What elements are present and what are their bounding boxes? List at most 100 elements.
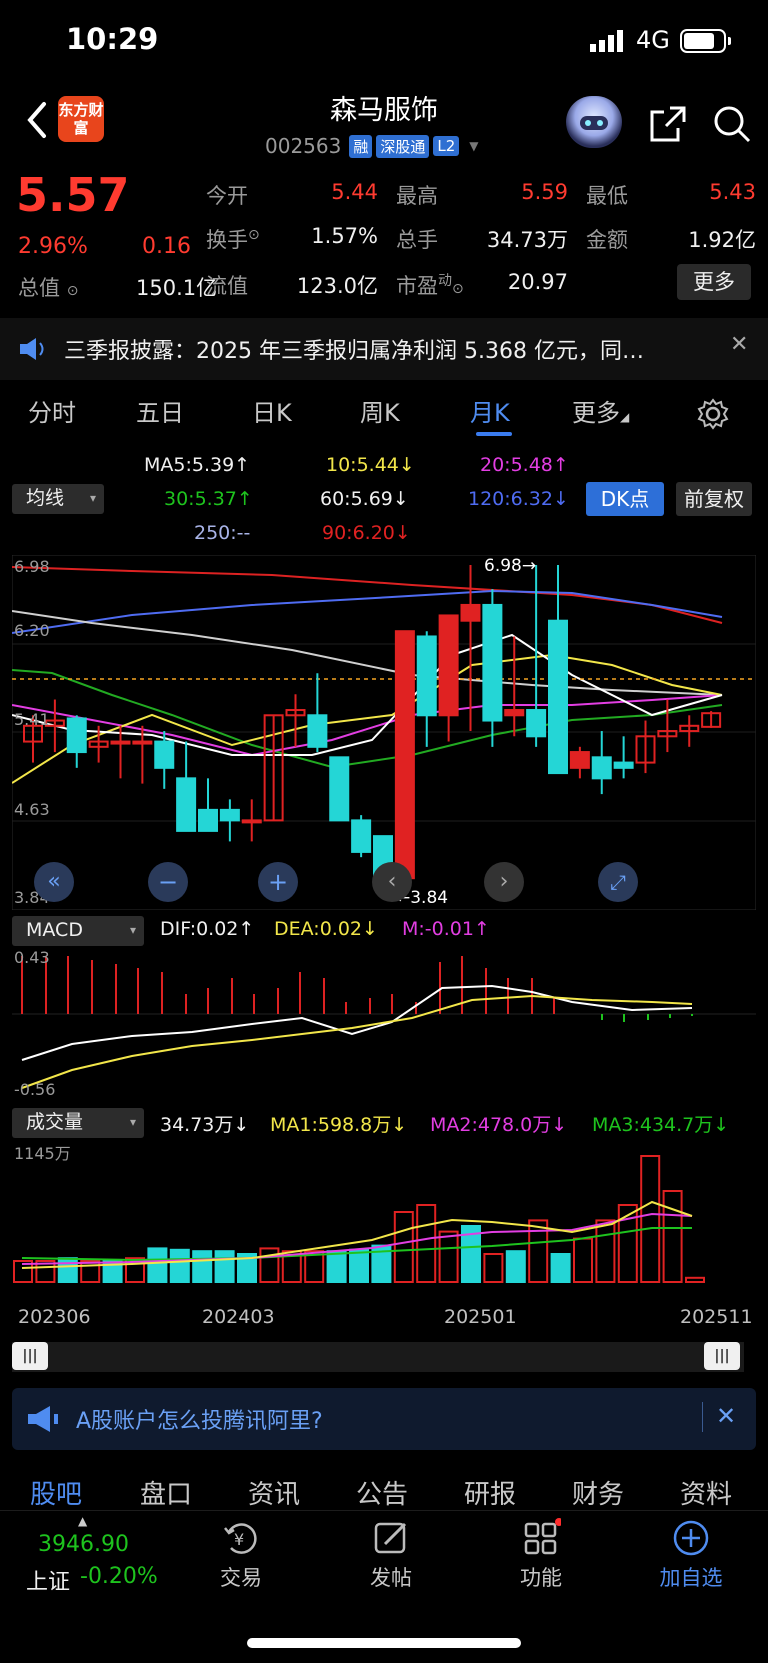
macd-m-value: M:-0.01↑ <box>402 918 490 940</box>
candles-group <box>23 565 722 895</box>
tag-connect: 深股通 <box>376 134 430 158</box>
nav-trade[interactable]: ¥ 交易 <box>186 1518 296 1592</box>
ma120-value: 120:6.32↓ <box>468 488 569 510</box>
divider <box>0 1510 768 1511</box>
date-label-1: 202306 <box>18 1306 91 1328</box>
chart-shift-left-button[interactable]: « <box>34 862 74 902</box>
nav-function[interactable]: 功能 <box>486 1518 596 1592</box>
news-text[interactable]: 三季报披露：2025 年三季报归属净利润 5.368 亿元，同… <box>64 333 704 365</box>
tab-daily[interactable]: 日K <box>252 393 292 428</box>
subtab-news[interactable]: 资讯 <box>248 1474 300 1511</box>
price-axis-top: 6.98 <box>14 557 50 576</box>
range-handle-left[interactable]: ||| <box>12 1342 48 1370</box>
tab-intraday[interactable]: 分时 <box>28 393 76 428</box>
subtab-research[interactable]: 研报 <box>464 1474 516 1511</box>
price-axis-2: 6.20 <box>14 621 50 640</box>
turnover-value: 1.57% <box>311 224 378 248</box>
battery-icon <box>680 29 731 53</box>
volume-bar <box>169 1248 190 1284</box>
date-label-2: 202403 <box>202 1306 275 1328</box>
grid-icon <box>486 1518 596 1558</box>
candle-body <box>66 717 87 754</box>
dk-point-button[interactable]: DK点 <box>586 482 664 516</box>
volume-bar <box>393 1211 414 1283</box>
current-price: 5.57 <box>16 168 130 222</box>
forward-adjust-button[interactable]: 前复权 <box>676 482 752 516</box>
chart-next-button[interactable]: › <box>484 862 524 902</box>
candle-body <box>569 751 590 769</box>
index-name[interactable]: 上证 <box>26 1564 70 1596</box>
zoom-out-button[interactable]: − <box>148 862 188 902</box>
tab-more[interactable]: 更多◢ <box>572 393 629 428</box>
range-scroller[interactable] <box>12 1342 744 1372</box>
volume-bar <box>685 1276 705 1284</box>
gear-icon[interactable] <box>697 398 729 430</box>
status-bar: 10:29 4G <box>0 0 768 80</box>
assistant-robot-icon[interactable] <box>566 96 622 148</box>
tab-5day[interactable]: 五日 <box>136 393 184 428</box>
volume-ma3: MA3:434.7万↓ <box>592 1114 730 1136</box>
search-icon[interactable] <box>712 104 752 144</box>
volume-bar <box>505 1250 526 1283</box>
mktcap-value: 150.1亿 <box>136 276 218 300</box>
range-handle-right[interactable]: ||| <box>704 1342 740 1370</box>
candle-body <box>438 614 459 717</box>
volume-bar <box>617 1204 638 1283</box>
add-circle-icon <box>636 1518 746 1558</box>
candle-body <box>219 808 240 822</box>
signal-icon <box>590 30 623 52</box>
nav-post[interactable]: 发帖 <box>336 1518 446 1592</box>
zoom-in-button[interactable]: + <box>258 862 298 902</box>
volume-bar <box>550 1253 571 1283</box>
price-axis-3: 5.41 <box>14 710 50 729</box>
index-change[interactable]: -0.20% <box>80 1564 158 1589</box>
ma-selector[interactable]: 均线 <box>12 484 104 514</box>
yen-icon: ¥ <box>186 1518 296 1558</box>
candle-body <box>329 756 350 822</box>
ma90-value: 90:6.20↓ <box>322 522 411 544</box>
fullscreen-icon[interactable]: ⤢ <box>598 862 638 902</box>
index-value[interactable]: 3946.90 <box>38 1532 129 1557</box>
candle-body <box>241 819 262 824</box>
subtab-forum[interactable]: 股吧 <box>30 1474 82 1511</box>
subtab-profile[interactable]: 资料 <box>680 1474 732 1511</box>
network-type: 4G <box>636 26 670 54</box>
speaker-icon <box>20 338 44 360</box>
tab-weekly[interactable]: 周K <box>360 393 400 428</box>
candle-body <box>526 709 547 738</box>
ma250-value: 250:-- <box>194 522 251 544</box>
subtab-announcements[interactable]: 公告 <box>356 1474 408 1511</box>
promo-close-icon[interactable]: ✕ <box>716 1402 736 1430</box>
volume-bar <box>349 1248 369 1284</box>
change-value: 0.16 <box>142 234 191 259</box>
candle-body <box>154 740 175 769</box>
tab-monthly[interactable]: 月K <box>470 393 510 428</box>
promo-text[interactable]: A股账户怎么投腾讯阿里? <box>76 1403 323 1435</box>
more-quote-button[interactable]: 更多 <box>677 264 751 300</box>
date-label-4: 202511 <box>680 1306 753 1328</box>
nav-add-watchlist[interactable]: 加自选 <box>636 1518 746 1592</box>
volume-bar <box>416 1204 437 1283</box>
ma30-value: 30:5.37↑ <box>164 488 253 510</box>
candle-body <box>460 603 481 622</box>
dif-value: DIF:0.02↑ <box>160 918 255 940</box>
close-icon[interactable]: ✕ <box>730 332 748 357</box>
volume-bar <box>483 1253 504 1283</box>
stock-code-row[interactable]: 002563 融 深股通 L2 ▼ <box>265 134 479 158</box>
volume-selector[interactable]: 成交量 <box>12 1108 144 1138</box>
ma60-value: 60:5.69↓ <box>320 488 409 510</box>
volume-bar <box>326 1250 347 1283</box>
open-label: 今开 <box>206 184 248 208</box>
turnover-label: 换手⊙ <box>206 227 260 252</box>
macd-selector[interactable]: MACD <box>12 916 144 946</box>
share-icon[interactable] <box>648 104 688 144</box>
volume-bar <box>662 1190 683 1283</box>
volume-bar <box>147 1247 168 1283</box>
megaphone-icon <box>28 1406 58 1432</box>
candle-body <box>307 714 328 748</box>
candlestick-chart[interactable] <box>12 555 756 910</box>
subtab-orderbook[interactable]: 盘口 <box>140 1474 192 1511</box>
nav-add-watchlist-label: 加自选 <box>659 1566 723 1590</box>
chart-prev-button[interactable]: ‹ <box>372 862 412 902</box>
subtab-financials[interactable]: 财务 <box>572 1474 624 1511</box>
